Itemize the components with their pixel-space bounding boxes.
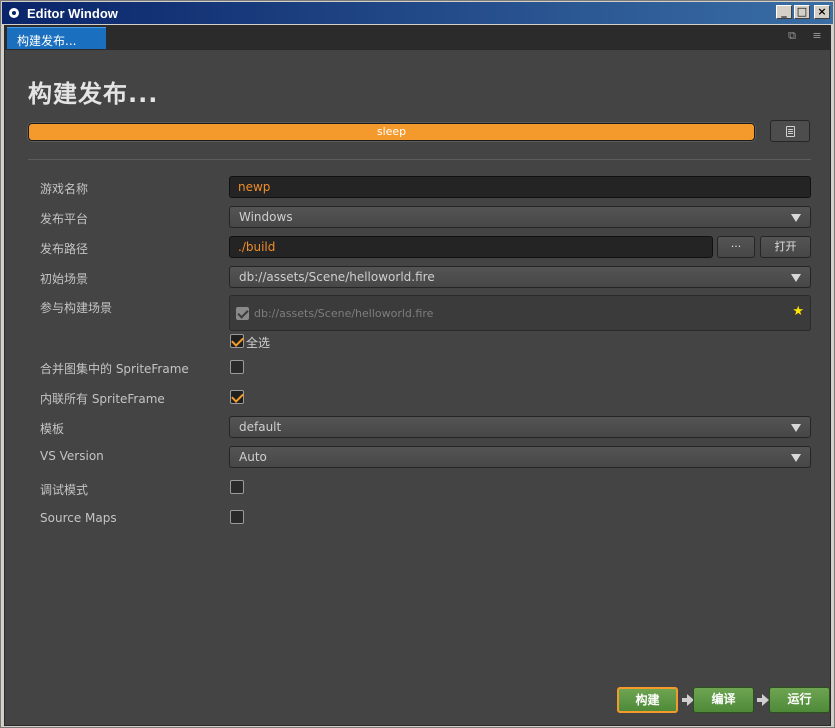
merge-spriteframe-label: 合并图集中的 SpriteFrame — [40, 362, 189, 376]
browse-path-button[interactable]: ··· — [717, 236, 755, 258]
platform-label: 发布平台 — [40, 212, 89, 226]
build-panel: 构建发布... sleep 游戏名称 newp 发布平台 Windows 发布路… — [4, 49, 831, 726]
select-all-label: 全选 — [246, 336, 271, 350]
start-scene-label: 初始场景 — [40, 272, 89, 286]
chevron-down-icon — [791, 274, 801, 282]
tab-strip: 构建发布... ⧉ ≡ — [4, 25, 831, 49]
template-select[interactable]: default — [229, 416, 811, 438]
vs-version-label: VS Version — [40, 449, 104, 463]
tab-build-publish[interactable]: 构建发布... — [7, 27, 106, 49]
platform-select[interactable]: Windows — [229, 206, 811, 228]
chevron-down-icon — [791, 214, 801, 222]
start-scene-value: db://assets/Scene/helloworld.fire — [239, 270, 435, 284]
debug-mode-label: 调试模式 — [40, 483, 89, 497]
included-scenes-label: 参与构建场景 — [40, 301, 113, 315]
merge-spriteframe-checkbox[interactable] — [230, 360, 244, 374]
minimize-icon[interactable]: _ — [776, 5, 792, 19]
run-button[interactable]: 运行 — [769, 687, 830, 713]
game-name-input[interactable]: newp — [229, 176, 811, 198]
select-all-checkbox[interactable] — [230, 334, 244, 348]
scene-checkbox[interactable] — [236, 307, 249, 320]
platform-value: Windows — [239, 210, 293, 224]
inline-spriteframe-label: 内联所有 SpriteFrame — [40, 392, 165, 406]
compile-button[interactable]: 编译 — [693, 687, 754, 713]
vs-version-value: Auto — [239, 450, 267, 464]
template-label: 模板 — [40, 422, 65, 436]
menu-icon[interactable]: ≡ — [810, 30, 824, 42]
open-log-button[interactable] — [770, 120, 810, 142]
close-icon[interactable]: × — [814, 5, 830, 19]
build-path-input[interactable]: ./build — [229, 236, 713, 258]
chevron-down-icon — [791, 424, 801, 432]
source-maps-checkbox[interactable] — [230, 510, 244, 524]
inline-spriteframe-checkbox[interactable] — [230, 390, 244, 404]
template-value: default — [239, 420, 282, 434]
vs-version-select[interactable]: Auto — [229, 446, 811, 468]
game-name-label: 游戏名称 — [40, 182, 89, 196]
popout-icon[interactable]: ⧉ — [785, 30, 799, 42]
chevron-down-icon — [791, 454, 801, 462]
window-controls: _ □ × — [776, 5, 830, 19]
scene-list: db://assets/Scene/helloworld.fire ★ — [229, 295, 811, 331]
maximize-icon[interactable]: □ — [794, 5, 810, 19]
open-path-button[interactable]: 打开 — [760, 236, 811, 258]
app-icon — [7, 6, 21, 20]
title-bar: Editor Window _ □ × — [2, 2, 833, 24]
star-icon[interactable]: ★ — [792, 305, 804, 319]
divider — [28, 159, 811, 160]
source-maps-label: Source Maps — [40, 511, 117, 525]
document-icon — [785, 125, 795, 137]
page-title: 构建发布... — [28, 80, 159, 108]
window-title: Editor Window — [27, 5, 118, 21]
build-progress-bar: sleep — [28, 123, 755, 141]
build-button[interactable]: 构建 — [617, 687, 678, 713]
debug-mode-checkbox[interactable] — [230, 480, 244, 494]
start-scene-select[interactable]: db://assets/Scene/helloworld.fire — [229, 266, 811, 288]
arrow-right-icon — [757, 694, 769, 706]
scene-item-path: db://assets/Scene/helloworld.fire — [254, 307, 434, 320]
build-path-label: 发布路径 — [40, 242, 89, 256]
editor-window: Editor Window _ □ × 构建发布... ⧉ ≡ 构建发布... … — [0, 0, 835, 728]
